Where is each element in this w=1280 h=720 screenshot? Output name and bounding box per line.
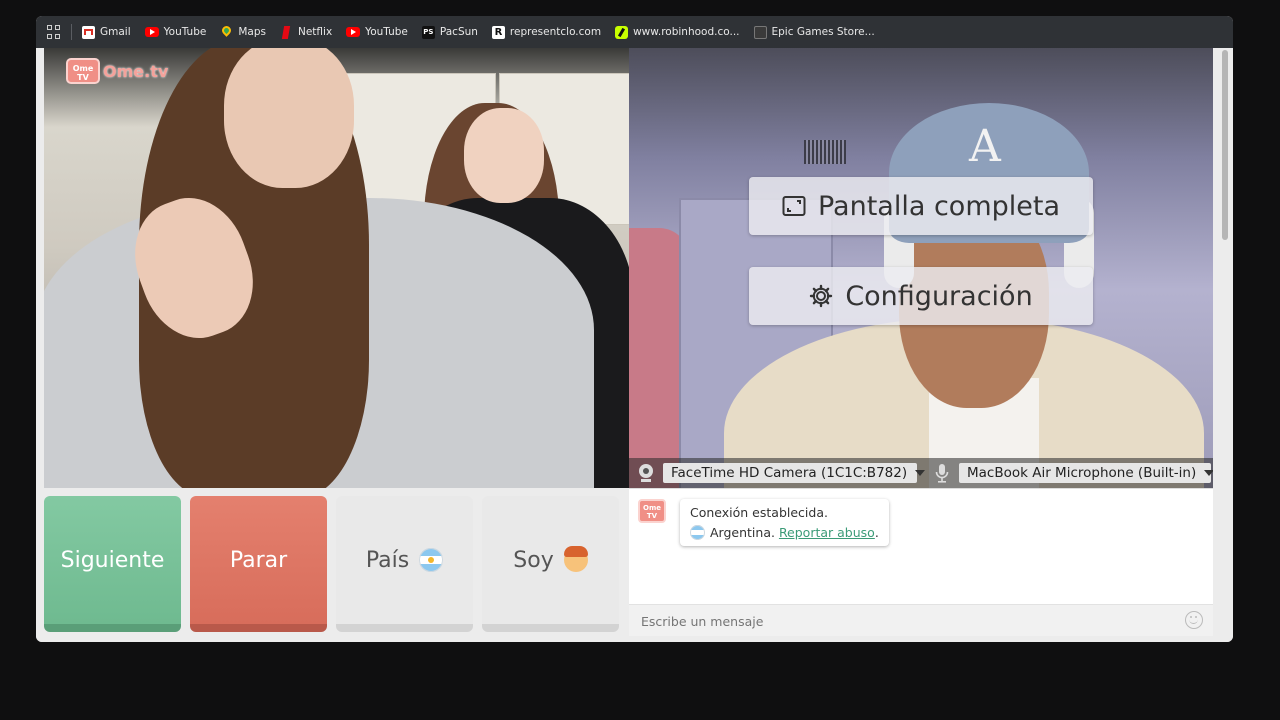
settings-label: Configuración bbox=[845, 280, 1033, 312]
gender-button[interactable]: Soy bbox=[482, 496, 619, 632]
microphone-select-value: MacBook Air Microphone (Built-in) bbox=[967, 465, 1197, 481]
bookmark-label: Gmail bbox=[100, 26, 131, 38]
ometv-logo: Ome TV Ome.tv bbox=[66, 58, 168, 84]
bookmark-label: YouTube bbox=[163, 26, 207, 38]
bookmark-label: Maps bbox=[238, 26, 266, 38]
next-button-label: Siguiente bbox=[60, 547, 165, 573]
bookmark-epic-games[interactable]: Epic Games Store... bbox=[753, 25, 875, 39]
apps-grid-icon[interactable] bbox=[47, 25, 61, 39]
person-b-face bbox=[464, 108, 544, 203]
bookmark-netflix[interactable]: Netflix bbox=[280, 26, 332, 39]
bookmark-representclo[interactable]: Rrepresentclo.com bbox=[491, 25, 602, 39]
system-message: Conexión establecida. Argentina. Reporta… bbox=[680, 499, 889, 546]
bookmarks-bar: Gmail YouTube Maps Netflix YouTube PS Pac… bbox=[36, 16, 1233, 48]
argentina-flag-icon bbox=[690, 525, 705, 540]
youtube-icon bbox=[346, 27, 361, 37]
boy-emoji-icon bbox=[563, 546, 588, 572]
ometv-page: Ome TV Ome.tv A Pantalla completa Config… bbox=[36, 48, 1233, 642]
bookmark-label: Epic Games Store... bbox=[771, 26, 875, 38]
fullscreen-label: Pantalla completa bbox=[817, 190, 1061, 222]
report-abuse-link[interactable]: Reportar abuso bbox=[779, 525, 875, 540]
maps-icon bbox=[220, 26, 233, 39]
camera-select-value: FaceTime HD Camera (1C1C:B782) bbox=[671, 465, 908, 481]
bookmark-maps[interactable]: Maps bbox=[220, 26, 266, 39]
argentina-flag-icon bbox=[419, 548, 444, 572]
ometv-logo-text: Ome.tv bbox=[103, 61, 169, 81]
device-bar: FaceTime HD Camera (1C1C:B782) MacBook A… bbox=[629, 458, 1213, 488]
stop-button-label: Parar bbox=[229, 547, 288, 573]
bookmark-label: www.robinhood.co... bbox=[633, 26, 740, 38]
epic-games-icon bbox=[753, 25, 767, 39]
bookmark-label: PacSun bbox=[439, 26, 478, 38]
connection-status: Conexión establecida. bbox=[690, 505, 828, 520]
next-button[interactable]: Siguiente bbox=[44, 496, 181, 632]
robinhood-icon bbox=[615, 25, 629, 39]
bookmarks-separator bbox=[71, 24, 72, 40]
represent-icon: R bbox=[491, 25, 505, 39]
youtube-icon bbox=[144, 27, 159, 37]
microphone-icon bbox=[931, 462, 953, 484]
bookmark-youtube[interactable]: YouTube bbox=[144, 26, 207, 38]
air-vent bbox=[804, 140, 846, 164]
stop-button[interactable]: Parar bbox=[190, 496, 327, 632]
report-suffix: . bbox=[874, 525, 879, 540]
message-input[interactable] bbox=[639, 605, 1163, 637]
ometv-chat-icon: Ome TV bbox=[638, 499, 666, 523]
country-button[interactable]: País bbox=[336, 496, 473, 632]
bookmark-pacsun[interactable]: PS PacSun bbox=[421, 25, 478, 39]
netflix-icon bbox=[280, 26, 293, 39]
chevron-down-icon bbox=[915, 470, 926, 476]
person-a-face bbox=[224, 48, 354, 188]
camera-select[interactable]: FaceTime HD Camera (1C1C:B782) bbox=[663, 463, 926, 483]
fullscreen-icon bbox=[782, 195, 806, 217]
chevron-down-icon bbox=[1204, 470, 1213, 476]
bookmark-label: Netflix bbox=[297, 26, 333, 38]
fullscreen-button[interactable]: Pantalla completa bbox=[749, 177, 1093, 235]
pacsun-icon: PS bbox=[421, 25, 435, 39]
emoji-icon[interactable] bbox=[1185, 611, 1203, 629]
chat-panel: Ome TV Conexión establecida. Argentina. … bbox=[629, 488, 1213, 637]
bookmark-label: YouTube bbox=[365, 26, 408, 38]
gmail-icon bbox=[82, 25, 95, 39]
country-button-label: País bbox=[365, 547, 410, 573]
stranger-video[interactable]: Ome TV Ome.tv bbox=[44, 48, 629, 488]
scrollbar-thumb[interactable] bbox=[1222, 50, 1228, 240]
scrollbar[interactable] bbox=[1221, 50, 1229, 636]
gender-button-label: Soy bbox=[513, 547, 554, 573]
browser-window: Gmail YouTube Maps Netflix YouTube PS Pac… bbox=[36, 16, 1233, 642]
message-input-bar bbox=[629, 604, 1213, 637]
self-video: A Pantalla completa Configuración FaceTi… bbox=[629, 48, 1213, 488]
ometv-logo-icon: Ome TV bbox=[66, 58, 100, 84]
partner-country: Argentina. bbox=[710, 525, 775, 540]
bookmark-robinhood[interactable]: www.robinhood.co... bbox=[615, 25, 740, 39]
webcam-icon bbox=[635, 462, 657, 484]
bookmark-youtube-2[interactable]: YouTube bbox=[346, 26, 408, 38]
microphone-select[interactable]: MacBook Air Microphone (Built-in) bbox=[959, 463, 1213, 483]
control-buttons: Siguiente Parar País Soy bbox=[44, 496, 619, 632]
gear-icon bbox=[809, 284, 833, 308]
settings-button[interactable]: Configuración bbox=[749, 267, 1093, 325]
bookmark-gmail[interactable]: Gmail bbox=[82, 25, 131, 39]
bookmark-label: representclo.com bbox=[509, 26, 602, 38]
